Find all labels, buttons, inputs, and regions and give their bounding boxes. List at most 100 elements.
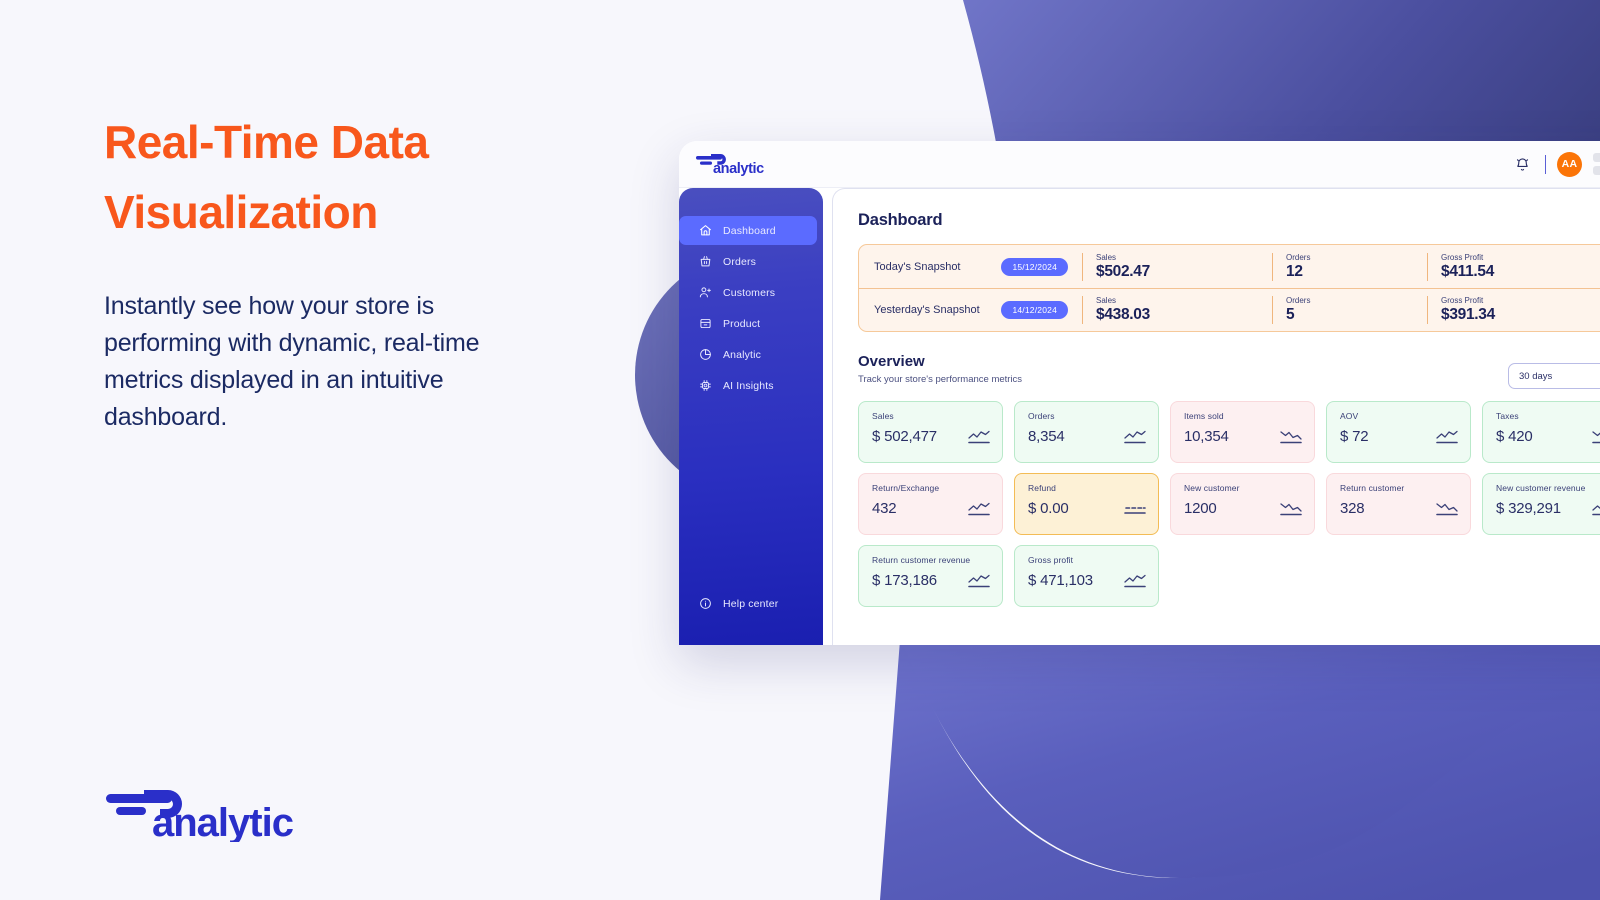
promo-block: Real-Time Data Visualization Instantly s… <box>104 108 604 436</box>
snapshot-card: Today's Snapshot 15/12/2024 Sales $502.4… <box>858 244 1600 332</box>
app-logo[interactable]: analytic <box>695 152 773 176</box>
sidebar-item-dashboard[interactable]: Dashboard <box>679 216 817 245</box>
overview-title: Overview <box>858 353 925 370</box>
metric-card-new-customer-revenue[interactable]: New customer revenue $ 329,291 <box>1482 473 1600 535</box>
sparkline-flat-icon <box>1124 502 1146 516</box>
metric-card-value: $ 420 <box>1496 428 1533 445</box>
date-range-select[interactable]: 30 days <box>1508 363 1600 389</box>
metric-value: $502.47 <box>1096 262 1150 280</box>
sparkline-down-icon <box>1280 502 1302 516</box>
sidebar-item-label: Help center <box>723 597 779 610</box>
basket-icon <box>698 255 712 269</box>
sidebar-item-orders[interactable]: Orders <box>679 247 823 276</box>
metric-card-label: Sales <box>872 411 894 421</box>
promo-subtitle: Instantly see how your store is performi… <box>104 291 480 431</box>
analytic-logo-small-icon: analytic <box>696 154 765 176</box>
sidebar-item-label: AI Insights <box>723 379 774 392</box>
sidebar-item-label: Dashboard <box>723 224 776 237</box>
sidebar-item-product[interactable]: Product <box>679 309 823 338</box>
metric-card-label: Return customer revenue <box>872 555 971 565</box>
metric-value: 5 <box>1286 306 1295 323</box>
sparkline-down-icon <box>1436 502 1458 516</box>
metric-label: Sales <box>1096 252 1117 262</box>
metric-card-value: $ 0.00 <box>1028 500 1069 517</box>
avatar[interactable]: AA <box>1557 151 1582 177</box>
metric-card-value: 328 <box>1340 500 1365 517</box>
metric-card-label: Refund <box>1028 483 1057 493</box>
metric-card-items-sold[interactable]: Items sold 10,354 <box>1170 401 1315 463</box>
sidebar-item-label: Analytic <box>723 348 761 361</box>
metric-card-orders[interactable]: Orders 8,354 <box>1014 401 1159 463</box>
sidebar-item-ai-insights[interactable]: AI Insights <box>679 371 823 400</box>
app-body: Dashboard Orders Customers Product Analy… <box>679 188 1600 645</box>
sparkline-up-icon <box>1436 430 1458 444</box>
metric-card-label: Gross profit <box>1028 555 1074 565</box>
metric-value: $391.34 <box>1441 306 1495 323</box>
info-icon <box>698 597 712 611</box>
metric-card-sales[interactable]: Sales $ 502,477 <box>858 401 1003 463</box>
snapshot-date-badge[interactable]: 14/12/2024 <box>1001 301 1068 319</box>
sidebar-nav-list: Dashboard Orders Customers Product Analy… <box>679 216 823 400</box>
metric-card-value: $ 329,291 <box>1496 500 1561 517</box>
svg-text:analytic: analytic <box>152 801 294 842</box>
metric-card-return-customer[interactable]: Return customer 328 <box>1326 473 1471 535</box>
metric-card-taxes[interactable]: Taxes $ 420 <box>1482 401 1600 463</box>
metric-value: $438.03 <box>1096 306 1150 323</box>
metric-card-label: Return/Exchange <box>872 483 940 493</box>
user-placeholder-lines <box>1593 153 1600 175</box>
snapshot-metric-sales: Sales $438.03 <box>1082 296 1272 324</box>
snapshot-metric-gross-profit: Gross Profit $391.34 <box>1427 296 1600 324</box>
placeholder-line-bottom <box>1593 166 1600 175</box>
metric-card-label: New customer <box>1184 483 1240 493</box>
metric-card-refund[interactable]: Refund $ 0.00 <box>1014 473 1159 535</box>
metric-value: 12 <box>1286 262 1303 280</box>
promo-heading-line2: Visualization <box>104 185 378 238</box>
sparkline-down-icon <box>1280 430 1302 444</box>
overview-metric-grid: Sales $ 502,477 Orders 8,354 Items sold … <box>858 401 1600 607</box>
metric-card-value: $ 502,477 <box>872 428 937 445</box>
metric-card-value: $ 173,186 <box>872 572 937 589</box>
sidebar-item-analytic[interactable]: Analytic <box>679 340 823 369</box>
snapshot-metric-sales: Sales $502.47 <box>1082 252 1272 281</box>
snapshot-label: Yesterday's Snapshot <box>874 304 980 316</box>
metric-label: Orders <box>1286 296 1311 305</box>
sidebar-item-label: Orders <box>723 255 756 268</box>
notification-bell-button[interactable] <box>1512 153 1534 175</box>
metric-card-new-customer[interactable]: New customer 1200 <box>1170 473 1315 535</box>
sidebar-item-help-center[interactable]: Help center <box>679 589 823 618</box>
snapshot-metric-gross-profit: Gross Profit $411.54 <box>1427 252 1600 281</box>
sparkline-up-icon <box>1124 574 1146 588</box>
snapshot-label: Today's Snapshot <box>874 260 961 273</box>
metric-card-return-customer-revenue[interactable]: Return customer revenue $ 173,186 <box>858 545 1003 607</box>
promo-heading: Real-Time Data Visualization <box>104 108 604 248</box>
sparkline-up-icon <box>968 502 990 516</box>
bell-icon <box>1516 157 1529 171</box>
chip-icon <box>698 379 712 393</box>
brand-logo: analytic <box>104 780 300 842</box>
sparkline-up-icon <box>968 574 990 588</box>
sidebar-item-label: Customers <box>723 286 776 299</box>
sparkline-up-icon <box>968 430 990 444</box>
analytic-logo-icon: analytic <box>106 790 295 842</box>
home-icon <box>698 224 712 238</box>
snapshot-metric-orders: Orders 12 <box>1272 252 1427 281</box>
sidebar-item-customers[interactable]: Customers <box>679 278 823 307</box>
snapshot-date-badge[interactable]: 15/12/2024 <box>1001 257 1068 276</box>
metric-card-label: New customer revenue <box>1496 483 1586 493</box>
metric-card-aov[interactable]: AOV $ 72 <box>1326 401 1471 463</box>
metric-card-label: Return customer <box>1340 483 1405 493</box>
sidebar: Dashboard Orders Customers Product Analy… <box>679 188 823 645</box>
svg-text:analytic: analytic <box>713 161 764 176</box>
overview-header: Overview Track your store's performance … <box>858 353 1600 389</box>
metric-card-return-exchange[interactable]: Return/Exchange 432 <box>858 473 1003 535</box>
snapshot-metrics: Sales $502.47 Orders 12 Gross Profit $41… <box>1082 252 1600 281</box>
sparkline-up-icon <box>1592 502 1600 516</box>
snapshot-metric-orders: Orders 5 <box>1272 296 1427 324</box>
metric-label: Gross Profit <box>1441 296 1484 305</box>
user-add-icon <box>698 286 712 300</box>
metric-label: Gross Profit <box>1441 252 1484 262</box>
metric-card-label: Orders <box>1028 411 1055 421</box>
sparkline-down-icon <box>1592 430 1600 444</box>
metric-card-gross-profit[interactable]: Gross profit $ 471,103 <box>1014 545 1159 607</box>
pie-chart-icon <box>698 348 712 362</box>
